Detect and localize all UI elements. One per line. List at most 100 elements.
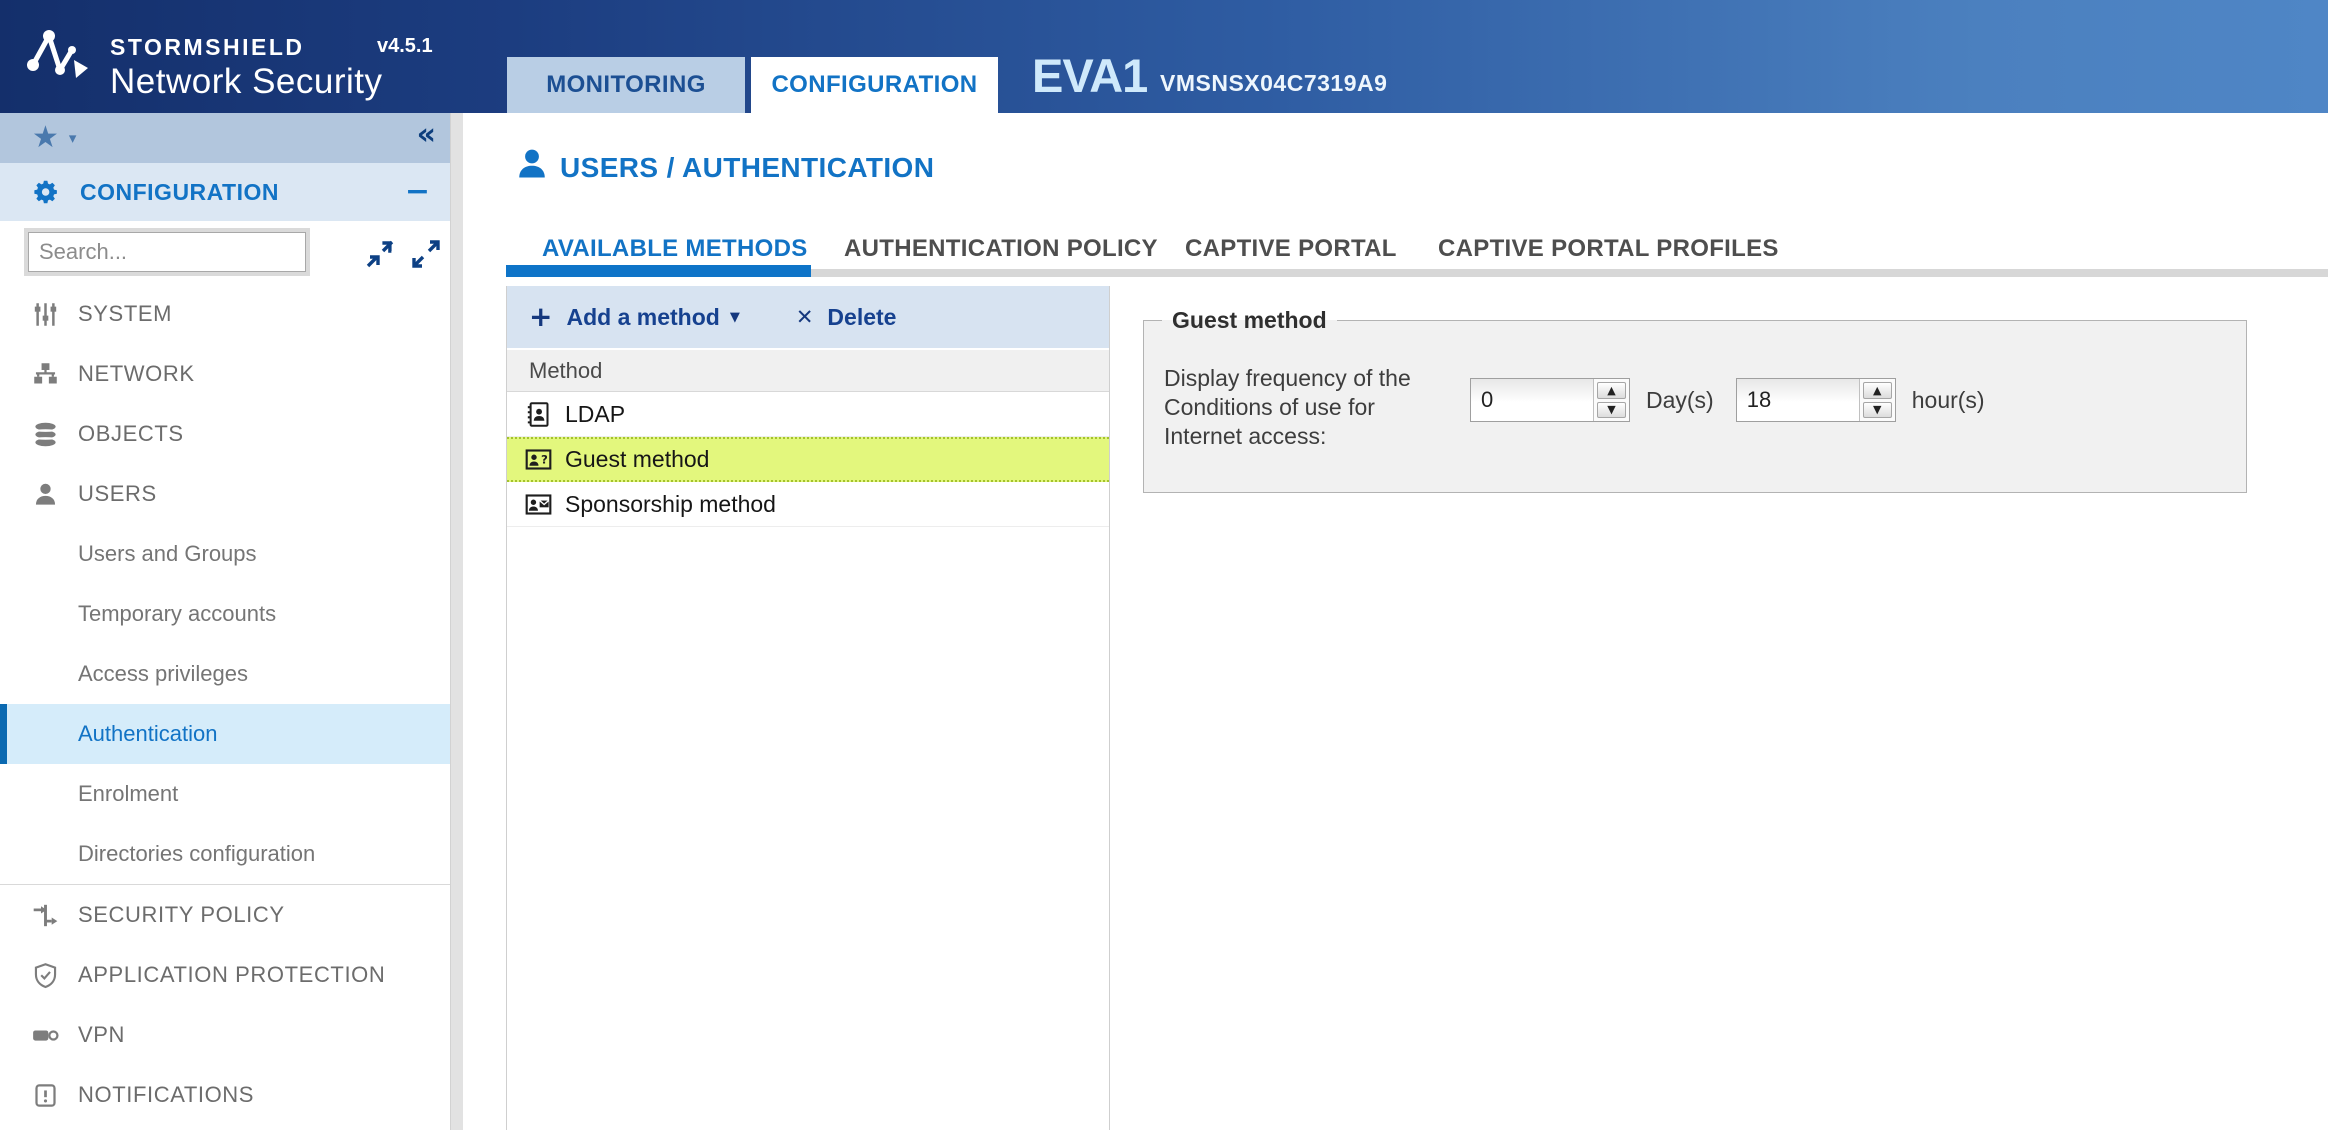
sidebar-subitem-label: Temporary accounts: [78, 601, 276, 627]
methods-panel: + Add a method ▼ ✕ Delete Method LDAP: [506, 286, 1110, 1130]
topbar: STORMSHIELD Network Security v4.5.1 MONI…: [0, 0, 2328, 113]
chevron-down-icon: ▼: [730, 310, 740, 325]
sidebar-item-label: USERS: [78, 481, 157, 507]
method-label: LDAP: [565, 401, 625, 428]
tab-captive-portal[interactable]: CAPTIVE PORTAL: [1185, 235, 1397, 263]
sidebar-subitem-label: Enrolment: [78, 781, 178, 807]
search-input[interactable]: [28, 232, 306, 272]
sidebar-section-configuration[interactable]: CONFIGURATION −: [0, 163, 450, 221]
guest-method-legend: Guest method: [1162, 307, 1337, 334]
favorites-bar: ★ ▾ «: [0, 113, 450, 163]
stormshield-logo-icon: [24, 26, 94, 84]
sidebar-item-objects[interactable]: OBJECTS: [0, 404, 450, 464]
database-icon: [32, 421, 59, 448]
frequency-controls: ▲ ▼ Day(s) ▲ ▼ hour(s): [1470, 378, 2007, 422]
sidebar-item-label: APPLICATION PROTECTION: [78, 962, 385, 988]
method-row-sponsorship[interactable]: Sponsorship method: [507, 482, 1109, 527]
sidebar-item-temporary-accounts[interactable]: Temporary accounts: [0, 584, 450, 644]
tab-monitoring[interactable]: MONITORING: [507, 57, 745, 113]
sidebar-item-label: NETWORK: [78, 361, 195, 387]
sidebar-item-notifications[interactable]: NOTIFICATIONS: [0, 1065, 450, 1125]
sidebar-subitem-label: Users and Groups: [78, 541, 257, 567]
sidebar-item-security-policy[interactable]: SECURITY POLICY: [0, 885, 450, 945]
device-name: EVA1: [1032, 48, 1147, 103]
user-icon: [32, 481, 59, 508]
expand-all-icon[interactable]: [410, 238, 442, 270]
sidebar-item-access-privileges[interactable]: Access privileges: [0, 644, 450, 704]
sidebar-subitem-label: Directories configuration: [78, 841, 315, 867]
sidebar-item-users[interactable]: USERS: [0, 464, 450, 524]
sidebar: ★ ▾ « CONFIGURATION −: [0, 113, 450, 1130]
method-label: Guest method: [565, 446, 709, 473]
hours-spin-buttons: ▲ ▼: [1859, 379, 1895, 421]
favorites-caret-icon[interactable]: ▾: [69, 129, 77, 147]
delete-method-button[interactable]: ✕ Delete: [740, 304, 897, 331]
hours-input[interactable]: [1737, 379, 1859, 421]
brand: STORMSHIELD Network Security: [110, 34, 383, 102]
sidebar-item-label: SECURITY POLICY: [78, 902, 285, 928]
sidebar-item-label: NOTIFICATIONS: [78, 1082, 254, 1108]
favorites-star-icon[interactable]: ★: [32, 123, 59, 153]
network-icon: [32, 361, 59, 388]
spin-up-icon[interactable]: ▲: [1863, 382, 1892, 399]
sidebar-item-application-protection[interactable]: APPLICATION PROTECTION: [0, 945, 450, 1005]
close-icon: ✕: [796, 305, 814, 329]
days-input[interactable]: [1471, 379, 1593, 421]
days-unit-label: Day(s): [1646, 387, 1714, 414]
method-row-ldap[interactable]: LDAP: [507, 392, 1109, 437]
brand-name: STORMSHIELD: [110, 34, 383, 61]
sidebar-item-label: OBJECTS: [78, 421, 184, 447]
alert-icon: [32, 1082, 59, 1109]
sponsor-mail-icon: [525, 491, 552, 518]
method-label: Sponsorship method: [565, 491, 776, 518]
sidebar-item-label: VPN: [78, 1022, 125, 1048]
sidebar-item-enrolment[interactable]: Enrolment: [0, 764, 450, 824]
sidebar-subitem-label: Authentication: [78, 721, 217, 747]
address-book-icon: [525, 401, 552, 428]
brand-product: Network Security: [110, 62, 383, 102]
sliders-icon: [32, 301, 59, 328]
guest-user-icon: ?: [525, 446, 552, 473]
tab-captive-portal-profiles[interactable]: CAPTIVE PORTAL PROFILES: [1438, 235, 1779, 263]
collapse-section-icon[interactable]: −: [405, 177, 430, 207]
sidebar-item-authentication[interactable]: Authentication: [0, 704, 450, 764]
hours-unit-label: hour(s): [1912, 387, 1985, 414]
method-column-header: Method: [507, 348, 1109, 392]
page-title: USERS / AUTHENTICATION: [560, 152, 934, 184]
hours-stepper: ▲ ▼: [1736, 378, 1896, 422]
collapse-all-icon[interactable]: [364, 238, 396, 270]
methods-toolbar: + Add a method ▼ ✕ Delete: [507, 286, 1109, 348]
sidebar-item-system[interactable]: SYSTEM: [0, 284, 450, 344]
sidebar-search-bar: [0, 221, 450, 284]
plus-icon: +: [529, 303, 552, 331]
traffic-arrows-icon: [32, 902, 59, 929]
tab-authentication-policy[interactable]: AUTHENTICATION POLICY: [844, 235, 1158, 263]
sidebar-section-label: CONFIGURATION: [80, 179, 279, 206]
sidebar-item-label: SYSTEM: [78, 301, 172, 327]
sidebar-item-users-and-groups[interactable]: Users and Groups: [0, 524, 450, 584]
spin-down-icon[interactable]: ▼: [1863, 402, 1892, 419]
tunnel-icon: [32, 1022, 59, 1049]
guest-method-panel: Guest method Display frequency of the Co…: [1143, 307, 2247, 493]
sidebar-item-network[interactable]: NETWORK: [0, 344, 450, 404]
shield-check-icon: [32, 962, 59, 989]
display-frequency-field: Display frequency of the Conditions of u…: [1144, 334, 2246, 451]
add-method-label: Add a method: [566, 304, 719, 331]
sidebar-item-directories-configuration[interactable]: Directories configuration: [0, 824, 450, 884]
sidebar-item-vpn[interactable]: VPN: [0, 1005, 450, 1065]
tab-configuration[interactable]: CONFIGURATION: [751, 57, 998, 113]
sidebar-scrollbar-track[interactable]: [450, 113, 463, 1130]
spin-down-icon[interactable]: ▼: [1597, 402, 1626, 419]
version-label: v4.5.1: [377, 35, 433, 58]
spin-up-icon[interactable]: ▲: [1597, 382, 1626, 399]
add-method-button[interactable]: + Add a method ▼: [529, 303, 740, 331]
days-stepper: ▲ ▼: [1470, 378, 1630, 422]
device-serial: VMSNSX04C7319A9: [1160, 70, 1387, 97]
gear-icon: [30, 177, 60, 207]
active-tab-underline: [506, 265, 811, 277]
stormshield-admin-app: STORMSHIELD Network Security v4.5.1 MONI…: [0, 0, 2328, 1130]
method-row-guest[interactable]: ? Guest method: [507, 437, 1109, 482]
main-content: USERS / AUTHENTICATION AVAILABLE METHODS…: [463, 113, 2328, 1130]
tab-available-methods[interactable]: AVAILABLE METHODS: [542, 235, 808, 263]
collapse-sidebar-icon[interactable]: «: [417, 117, 436, 152]
